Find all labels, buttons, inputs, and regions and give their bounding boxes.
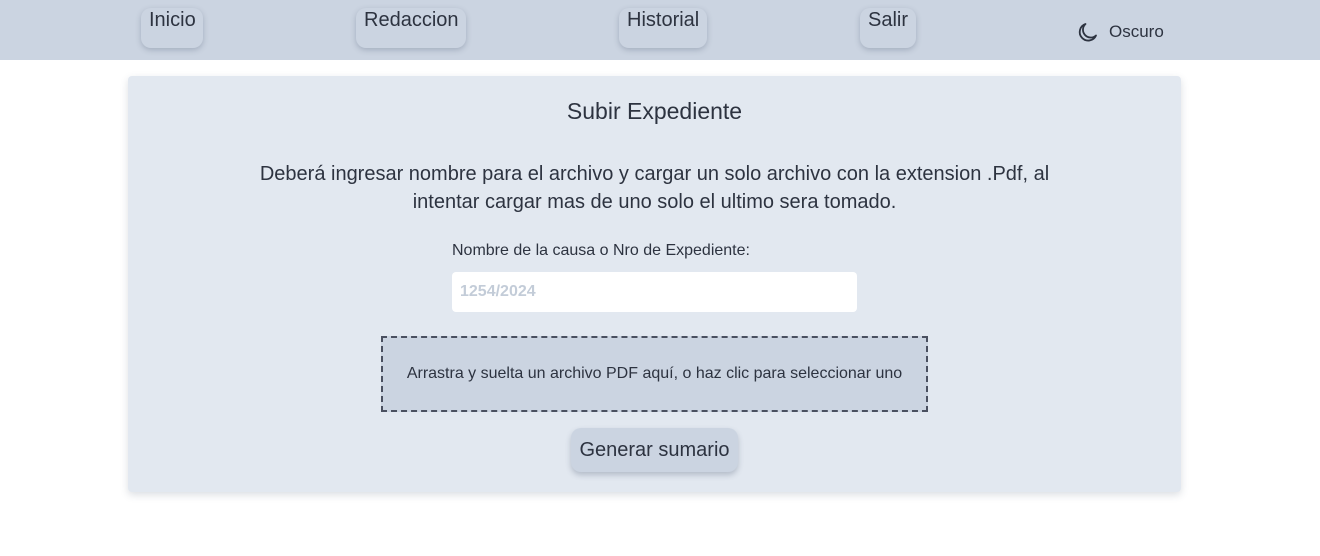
upload-card: Subir Expediente Deberá ingresar nombre … bbox=[128, 76, 1181, 492]
page-title: Subir Expediente bbox=[566, 98, 743, 124]
nav-historial-button[interactable]: Historial bbox=[619, 8, 707, 48]
nav-redaccion-label: Redaccion bbox=[364, 9, 459, 31]
dropzone-text: Arrastra y suelta un archivo PDF aquí, o… bbox=[406, 365, 903, 382]
generate-summary-button[interactable]: Generar sumario bbox=[571, 428, 738, 472]
nav-inicio-button[interactable]: Inicio bbox=[141, 8, 203, 48]
instructions-text: Deberá ingresar nombre para el archivo y… bbox=[259, 163, 1050, 213]
dark-mode-label: Oscuro bbox=[1109, 22, 1164, 41]
case-name-label: Nombre de la causa o Nro de Expediente: bbox=[452, 242, 750, 259]
nav-inicio-label: Inicio bbox=[149, 9, 196, 31]
dark-mode-toggle[interactable]: Oscuro bbox=[1076, 19, 1164, 45]
nav-salir-button[interactable]: Salir bbox=[860, 8, 916, 48]
moon-icon bbox=[1078, 23, 1097, 42]
nav-salir-label: Salir bbox=[868, 9, 909, 31]
case-name-input[interactable] bbox=[452, 272, 857, 312]
top-navigation-bar: Inicio Redaccion Historial Salir Oscuro bbox=[0, 0, 1320, 60]
pdf-dropzone[interactable]: Arrastra y suelta un archivo PDF aquí, o… bbox=[381, 336, 928, 412]
nav-redaccion-button[interactable]: Redaccion bbox=[356, 8, 466, 48]
nav-historial-label: Historial bbox=[627, 9, 700, 31]
